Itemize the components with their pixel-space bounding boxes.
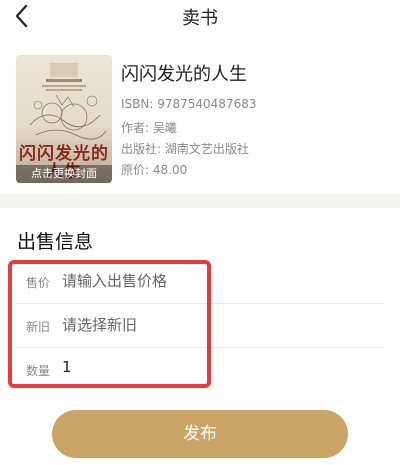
quantity-field-row[interactable]: 数量 1	[16, 348, 384, 392]
book-original-price: 原价: 48.00	[121, 163, 188, 177]
condition-select[interactable]: 请选择新旧	[62, 314, 137, 335]
condition-field-row[interactable]: 新旧 请选择新旧	[16, 304, 384, 348]
publish-button[interactable]: 发布	[52, 410, 348, 458]
book-author: 作者: 吴曦	[121, 121, 177, 135]
book-info-card: 闪闪发光的人生 点击更换封面 闪闪发光的人生 ISBN: 97875404876…	[0, 44, 400, 194]
book-publisher: 出版社: 湖南文艺出版社	[121, 142, 249, 156]
change-cover-hint[interactable]: 点击更换封面	[16, 165, 112, 183]
book-isbn: ISBN: 9787540487683	[121, 97, 257, 111]
price-input[interactable]: 请输入出售价格	[62, 270, 167, 291]
top-nav-bar: 卖书	[0, 0, 400, 34]
page-title: 卖书	[182, 8, 218, 29]
quantity-label: 数量	[26, 364, 51, 378]
book-title: 闪闪发光的人生	[121, 64, 247, 85]
sale-info-title: 出售信息	[17, 231, 94, 253]
section-divider	[0, 194, 400, 208]
condition-label: 新旧	[26, 320, 51, 334]
book-cover[interactable]: 闪闪发光的人生 点击更换封面	[16, 55, 112, 183]
price-field-row[interactable]: 售价 请输入出售价格	[16, 260, 384, 304]
price-label: 售价	[26, 276, 51, 290]
quantity-input[interactable]: 1	[62, 358, 72, 376]
